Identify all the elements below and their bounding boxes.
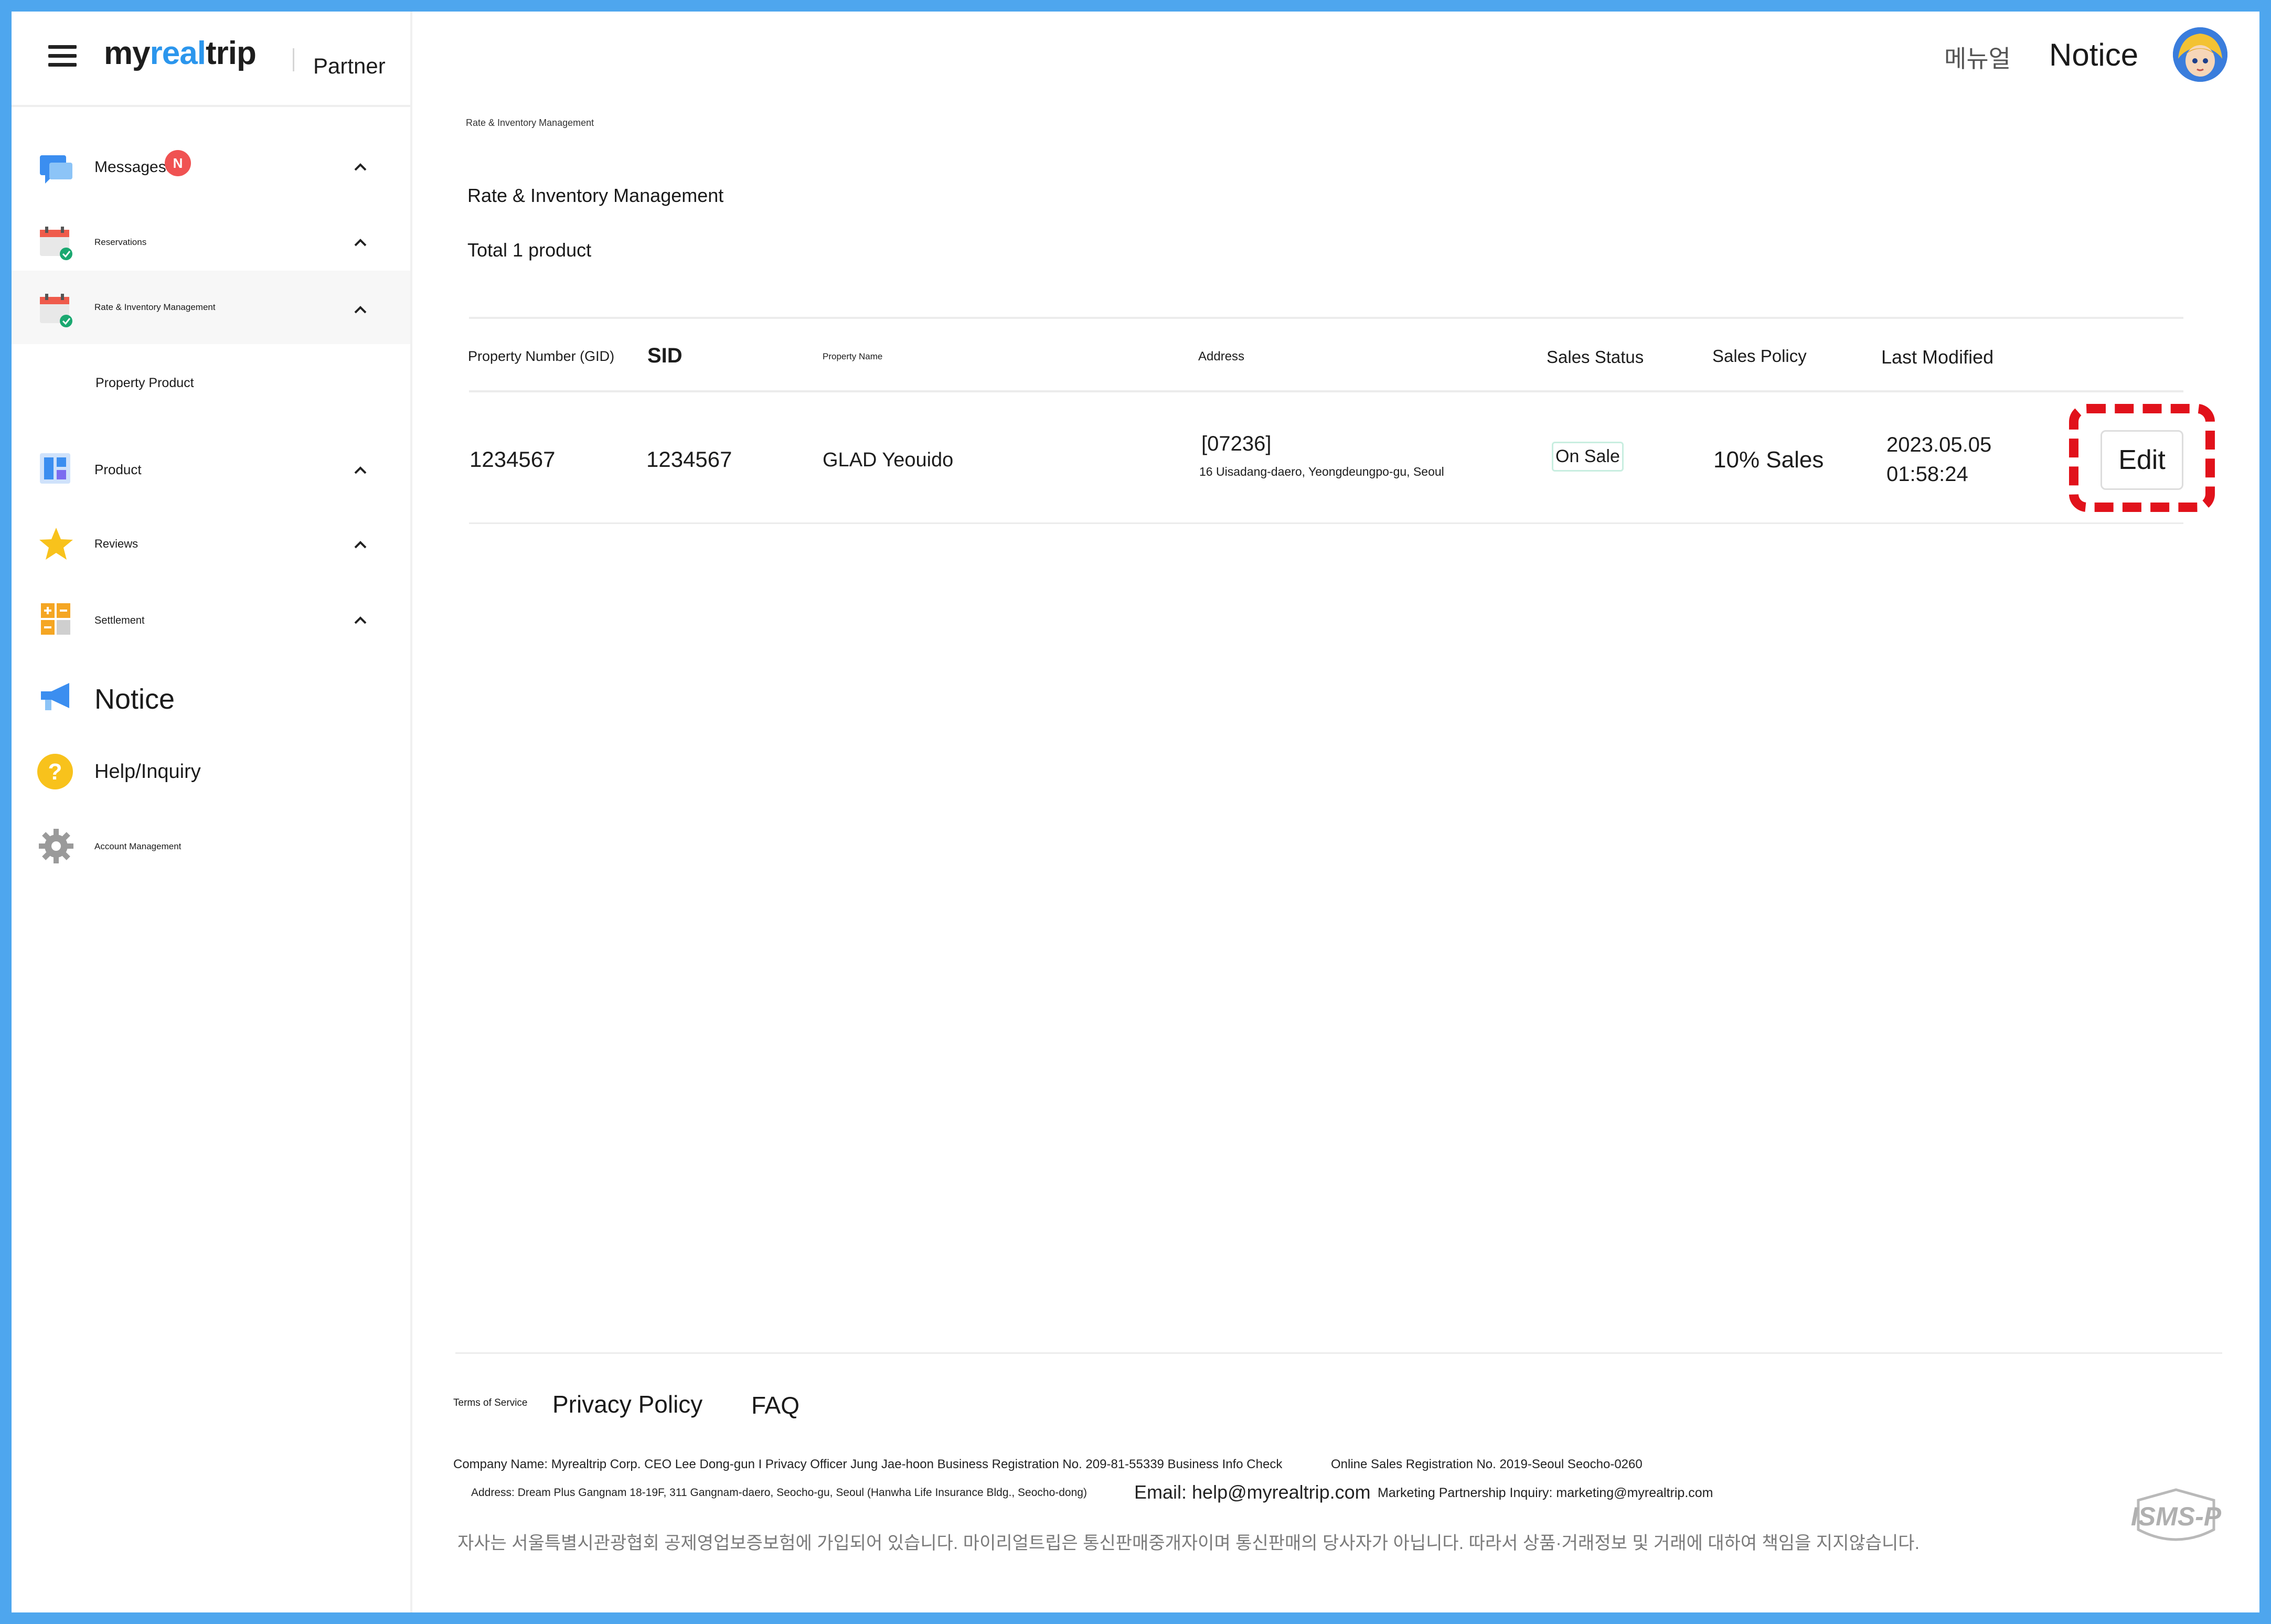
- sidebar-item-label: Property Product: [95, 376, 194, 390]
- faq-link[interactable]: FAQ: [751, 1391, 799, 1419]
- sidebar-subitem-property-product[interactable]: Property Product: [12, 358, 410, 410]
- gear-icon: [38, 828, 74, 864]
- menu-icon[interactable]: [48, 45, 77, 67]
- status-badge: On Sale: [1552, 442, 1624, 472]
- manual-link[interactable]: 메뉴얼: [1944, 40, 2011, 74]
- cell-modified-time: 01:58:24: [1886, 463, 1968, 486]
- isms-p-cert-logo: ISMS-P: [2130, 1488, 2222, 1551]
- sidebar-item-label: Rate & Inventory Management: [94, 302, 216, 312]
- sidebar-item-label: Reviews: [94, 537, 138, 550]
- svg-text:?: ?: [48, 759, 62, 785]
- column-header-property-name: Property Name: [823, 351, 883, 361]
- sidebar-item-account[interactable]: Account Management: [12, 812, 410, 885]
- column-header-sales-policy: Sales Policy: [1712, 346, 1807, 366]
- avatar[interactable]: [2173, 27, 2227, 82]
- online-sales-info: Online Sales Registration No. 2019-Seoul…: [1331, 1457, 1643, 1471]
- cell-property-name: GLAD Yeouido: [823, 449, 954, 471]
- column-header-sid: SID: [647, 344, 683, 367]
- sidebar-item-help[interactable]: ? Help/Inquiry: [12, 736, 410, 810]
- cell-modified-date: 2023.05.05: [1886, 433, 1992, 456]
- cell-sid: 1234567: [646, 447, 732, 472]
- chevron-up-icon[interactable]: [353, 463, 368, 478]
- sidebar-item-label: Reservations: [94, 237, 147, 247]
- isms-text: ISMS-P: [2131, 1502, 2222, 1531]
- product-count: Total 1 product: [467, 239, 592, 261]
- header-divider: [469, 390, 2183, 392]
- column-header-last-modified: Last Modified: [1881, 346, 1994, 368]
- sidebar-item-label: Settlement: [94, 615, 145, 626]
- star-icon: [38, 526, 74, 562]
- sidebar-item-label: Messages: [94, 158, 166, 176]
- new-badge: N: [165, 150, 191, 176]
- chevron-up-icon[interactable]: [353, 302, 368, 318]
- sidebar-item-reservations[interactable]: Reservations: [12, 207, 410, 280]
- cell-gid: 1234567: [470, 447, 556, 472]
- sidebar-header: myrealtrip Partner: [12, 12, 410, 107]
- page-title: Rate & Inventory Management: [467, 185, 724, 206]
- table-top-divider: [469, 317, 2183, 319]
- megaphone-icon: [38, 679, 74, 715]
- chevron-up-icon[interactable]: [353, 537, 368, 553]
- privacy-link[interactable]: Privacy Policy: [552, 1390, 702, 1418]
- question-icon: ?: [36, 752, 73, 789]
- calendar-check-icon: [38, 225, 74, 261]
- column-header-gid: Property Number (GID): [468, 348, 615, 364]
- sidebar-item-settlement[interactable]: Settlement: [12, 583, 410, 657]
- sidebar: myrealtrip Partner Messages N Reservatio…: [12, 12, 412, 1612]
- dashboard-icon: [38, 451, 74, 488]
- sidebar-item-notice[interactable]: Notice: [12, 662, 410, 735]
- sidebar-item-rate-inventory[interactable]: Rate & Inventory Management: [12, 271, 410, 344]
- notice-link[interactable]: Notice: [2049, 37, 2138, 73]
- marketing-contact[interactable]: Marketing Partnership Inquiry: marketing…: [1378, 1486, 1713, 1501]
- brand-logo[interactable]: myrealtrip: [104, 35, 257, 72]
- sidebar-item-product[interactable]: Product: [12, 434, 410, 508]
- column-header-address: Address: [1198, 349, 1245, 364]
- column-header-sales-status: Sales Status: [1547, 347, 1644, 367]
- footer-divider: [455, 1352, 2222, 1354]
- edit-button[interactable]: Edit: [2101, 430, 2183, 490]
- calendar-check-icon: [38, 292, 74, 328]
- sidebar-item-label: Product: [94, 462, 142, 477]
- support-email[interactable]: Email: help@myrealtrip.com: [1134, 1481, 1371, 1503]
- company-address: Address: Dream Plus Gangnam 18-19F, 311 …: [471, 1487, 1087, 1499]
- sidebar-item-label: Help/Inquiry: [94, 761, 201, 783]
- cell-postcode: [07236]: [1201, 432, 1272, 455]
- company-info: Company Name: Myrealtrip Corp. CEO Lee D…: [453, 1457, 1283, 1471]
- logo-divider: [293, 48, 294, 71]
- chevron-up-icon[interactable]: [353, 235, 368, 251]
- chat-icon: [38, 152, 74, 189]
- sidebar-item-label: Account Management: [94, 841, 182, 851]
- legal-disclaimer: 자사는 서울특별시관광협회 공제영업보증보험에 가입되어 있습니다. 마이리얼트…: [457, 1533, 1920, 1553]
- row-divider: [469, 522, 2183, 524]
- chevron-up-icon[interactable]: [353, 613, 368, 628]
- sidebar-item-messages[interactable]: Messages N: [12, 131, 410, 205]
- sidebar-item-reviews[interactable]: Reviews: [12, 509, 410, 582]
- cell-address: 16 Uisadang-daero, Yeongdeungpo-gu, Seou…: [1199, 465, 1444, 478]
- cell-sales-policy: 10% Sales: [1713, 447, 1824, 473]
- terms-link[interactable]: Terms of Service: [453, 1397, 527, 1409]
- sidebar-item-label: Notice: [94, 683, 175, 715]
- partner-label: Partner: [313, 54, 386, 78]
- breadcrumb[interactable]: Rate & Inventory Management: [466, 117, 594, 129]
- chevron-up-icon[interactable]: [353, 159, 368, 175]
- calculator-icon: [38, 601, 74, 638]
